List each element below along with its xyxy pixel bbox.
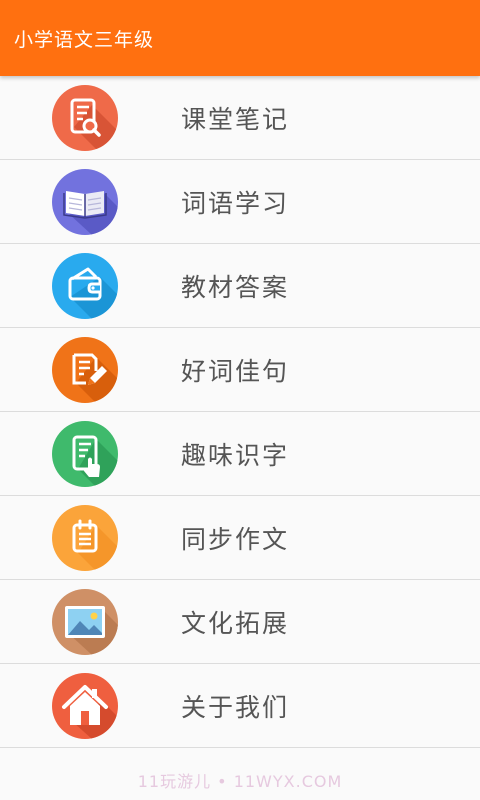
- menu-list: 课堂笔记 词语学习 教材答案 好词佳句 趣味识字 同步作文 文化拓展 关于我们: [0, 76, 480, 748]
- document-pencil-icon: [52, 336, 118, 403]
- app-screen: 小学语文三年级 课堂笔记 词语学习 教材答案 好词佳句 趣味识字 同步作文 文化…: [0, 0, 480, 800]
- notebook-search-icon: [52, 84, 118, 151]
- menu-item-class-notes[interactable]: 课堂笔记: [0, 76, 480, 160]
- menu-item-label: 词语学习: [181, 188, 290, 218]
- menu-item-label: 关于我们: [181, 692, 290, 722]
- menu-item-textbook-answers[interactable]: 教材答案: [0, 244, 480, 328]
- open-book-icon: [52, 168, 118, 235]
- menu-item-about-us[interactable]: 关于我们: [0, 664, 480, 748]
- home-icon: [52, 672, 118, 739]
- landscape-picture-icon: [52, 588, 118, 655]
- menu-item-label: 教材答案: [181, 272, 290, 302]
- calendar-note-icon: [52, 504, 118, 571]
- wallet-icon: [52, 252, 118, 319]
- app-title: 小学语文三年级: [14, 28, 155, 51]
- menu-item-fun-characters[interactable]: 趣味识字: [0, 412, 480, 496]
- menu-item-label: 文化拓展: [181, 608, 290, 638]
- menu-item-essay[interactable]: 同步作文: [0, 496, 480, 580]
- app-bar: 小学语文三年级: [0, 0, 480, 76]
- menu-item-label: 课堂笔记: [181, 104, 290, 134]
- menu-item-label: 趣味识字: [181, 440, 290, 470]
- tablet-touch-icon: [52, 420, 118, 487]
- menu-item-culture[interactable]: 文化拓展: [0, 580, 480, 664]
- menu-item-label: 同步作文: [181, 524, 290, 554]
- watermark-text: 11玩游儿 • 11WYX.COM: [137, 772, 343, 791]
- menu-item-label: 好词佳句: [181, 356, 290, 386]
- menu-item-good-words[interactable]: 好词佳句: [0, 328, 480, 412]
- menu-item-vocabulary[interactable]: 词语学习: [0, 160, 480, 244]
